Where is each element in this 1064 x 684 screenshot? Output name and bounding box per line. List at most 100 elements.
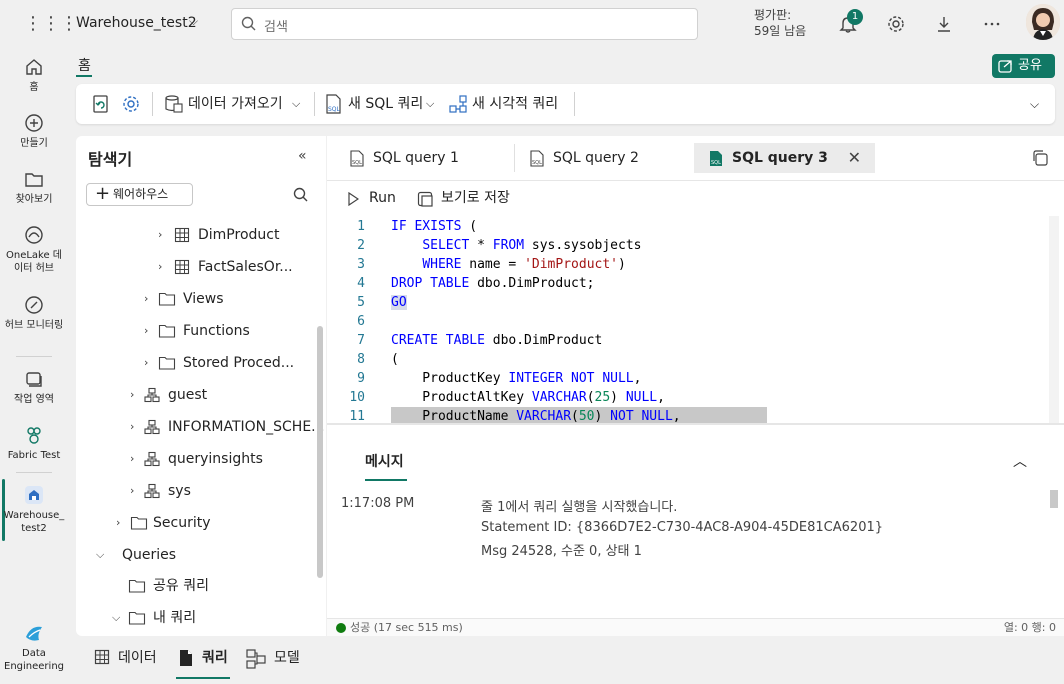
tab-label: SQL query 3 xyxy=(732,150,828,166)
tree-item-factsales[interactable]: › FactSalesOr... xyxy=(76,256,316,278)
editor-results-splitter[interactable] xyxy=(327,423,1064,425)
data-engineering-icon xyxy=(26,626,42,641)
warehouse-icon xyxy=(25,486,43,504)
rail-data-engineering-label: Data Engineering xyxy=(4,648,64,672)
rail-monitor[interactable]: 허브 모니터링 xyxy=(0,294,68,332)
tree-item-schema-information[interactable]: › INFORMATION_SCHE... xyxy=(76,416,325,438)
rail-home-label: 홈 xyxy=(29,82,39,93)
tree-item-dimproduct[interactable]: › DimProduct xyxy=(76,224,316,246)
tree-item-security[interactable]: › Security xyxy=(76,512,316,534)
rail-data-engineering[interactable]: Data Engineering xyxy=(0,622,68,673)
line-number: 3 xyxy=(357,257,365,272)
code-scrollbar[interactable] xyxy=(1049,216,1059,423)
settings-icon[interactable] xyxy=(120,92,142,116)
rail-warehouse[interactable]: Warehouse_ test2 xyxy=(0,484,68,535)
rail-home[interactable]: 홈 xyxy=(0,56,68,94)
left-rail: ⋮⋮⋮ 홈 만들기 찾아보기 OneLake 데이터 허브 허브 모니터링 작업… xyxy=(0,0,78,684)
view-tab-data[interactable]: 데이터 xyxy=(94,646,174,670)
tree-item-queries[interactable]: ⌵ Queries xyxy=(76,544,316,566)
view-tab-query-indicator xyxy=(176,677,230,679)
tab-sql-query-3[interactable]: SQL SQL query 3 ✕ xyxy=(694,143,875,173)
view-tab-label: 쿼리 xyxy=(202,650,228,666)
chevron-right-icon: › xyxy=(130,388,135,401)
tab-messages-indicator xyxy=(365,479,407,481)
code-text: ProductKey INTEGER NOT NULL, xyxy=(391,371,642,386)
chevron-down-icon: ⌵ xyxy=(112,611,121,624)
new-visual-query-button[interactable]: 새 시각적 쿼리 xyxy=(448,92,568,116)
notification-badge: 1 xyxy=(847,9,863,25)
copy-icon[interactable] xyxy=(1031,149,1049,167)
monitor-icon xyxy=(25,296,43,314)
success-icon xyxy=(336,623,346,633)
tree-item-label: DimProduct xyxy=(198,227,280,243)
ribbon-toolbar: 데이터 가져오기 ⌵ SQL 새 SQL 쿼리 ⌵ 새 시각적 쿼리 ⌵ xyxy=(76,84,1055,124)
tree-item-stored-procedures[interactable]: › Stored Proced... xyxy=(76,352,316,374)
rail-fabric-test[interactable]: Fabric Test xyxy=(0,424,68,462)
tree-item-functions[interactable]: › Functions xyxy=(76,320,316,342)
line-number: 11 xyxy=(349,409,365,423)
code-line: 1 IF EXISTS ( xyxy=(327,217,1051,236)
tree-item-schema-sys[interactable]: › sys xyxy=(76,480,316,502)
messages-scrollbar[interactable] xyxy=(1050,490,1058,508)
refresh-icon[interactable] xyxy=(90,92,112,116)
view-tab-model[interactable]: 모델 xyxy=(246,646,306,670)
message-time: 1:17:08 PM xyxy=(341,496,415,511)
trial-status[interactable]: 평가판: 59일 남음 xyxy=(754,7,806,39)
tree-item-schema-guest[interactable]: › guest xyxy=(76,384,316,406)
share-button[interactable]: 공유 xyxy=(992,54,1055,78)
chevron-down-icon: ⌵ xyxy=(96,548,105,561)
tree-item-schema-queryinsights[interactable]: › queryinsights xyxy=(76,448,316,470)
rail-divider xyxy=(16,356,52,357)
rail-browse[interactable]: 찾아보기 xyxy=(0,168,68,206)
status-text: 성공 (17 sec 515 ms) xyxy=(350,621,463,634)
chevron-right-icon: › xyxy=(144,324,149,337)
tab-home[interactable]: 홈 xyxy=(78,55,91,75)
code-editor[interactable]: 1 IF EXISTS ( 2 SELECT * FROM sys.sysobje… xyxy=(327,216,1064,423)
chevron-right-icon: › xyxy=(158,260,163,273)
trial-label: 평가판: xyxy=(754,8,792,22)
folder-icon xyxy=(158,292,176,306)
chevron-right-icon: › xyxy=(144,292,149,305)
svg-text:SQL: SQL xyxy=(711,160,721,166)
tree-item-my-queries[interactable]: ⌵ 내 쿼리 xyxy=(76,607,316,629)
tree-item-label: Security xyxy=(153,515,211,531)
get-data-button[interactable]: 데이터 가져오기 ⌵ xyxy=(164,92,304,116)
top-bar: Warehouse_test2 ⌵ 검색 평가판: 59일 남음 1 xyxy=(68,0,1064,48)
chevron-right-icon: › xyxy=(130,484,135,497)
view-tab-label: 데이터 xyxy=(118,650,157,666)
close-icon[interactable]: ✕ xyxy=(848,143,861,173)
download-icon[interactable] xyxy=(932,12,956,36)
rail-create[interactable]: 만들기 xyxy=(0,112,68,150)
gear-icon[interactable] xyxy=(884,12,908,36)
code-text: ( xyxy=(391,352,399,367)
save-view-icon xyxy=(417,191,433,207)
avatar[interactable] xyxy=(1026,4,1060,40)
search-icon[interactable] xyxy=(292,186,310,204)
tab-sql-query-1[interactable]: SQL SQL query 1 xyxy=(335,143,513,173)
line-number: 2 xyxy=(357,238,365,253)
search-input[interactable]: 검색 xyxy=(231,8,698,40)
tree-item-shared-queries[interactable]: 공유 쿼리 xyxy=(76,575,316,597)
add-warehouse-button[interactable]: + 웨어하우스 xyxy=(86,183,193,206)
tree-item-label: 공유 쿼리 xyxy=(153,578,209,594)
collapse-panel-icon[interactable]: « xyxy=(298,148,307,164)
svg-text:SQL: SQL xyxy=(328,106,341,113)
tree-item-label: Queries xyxy=(122,547,177,563)
chevron-up-icon[interactable]: ︿ xyxy=(1013,451,1027,471)
rail-workspace[interactable]: 작업 영역 xyxy=(0,368,68,406)
more-icon[interactable] xyxy=(980,12,1004,36)
tab-messages[interactable]: 메시지 xyxy=(365,451,404,471)
sql-file-icon: SQL xyxy=(350,150,364,167)
new-sql-query-button[interactable]: SQL 새 SQL 쿼리 ⌵ xyxy=(324,92,438,116)
expand-ribbon-icon[interactable]: ⌵ xyxy=(1030,92,1039,116)
app-launcher-icon[interactable]: ⋮⋮⋮ xyxy=(24,14,78,34)
explorer-scrollbar[interactable] xyxy=(317,326,323,578)
folder-icon xyxy=(158,324,176,338)
database-icon xyxy=(165,95,183,113)
tree-item-views[interactable]: › Views xyxy=(76,288,316,310)
tab-sql-query-2[interactable]: SQL SQL query 2 xyxy=(515,143,693,173)
view-tab-query[interactable]: 쿼리 xyxy=(178,646,238,670)
rail-onelake[interactable]: OneLake 데이터 허브 xyxy=(0,224,68,275)
workspace-name[interactable]: Warehouse_test2 xyxy=(76,15,197,31)
chevron-down-icon[interactable]: ⌵ xyxy=(189,14,198,29)
